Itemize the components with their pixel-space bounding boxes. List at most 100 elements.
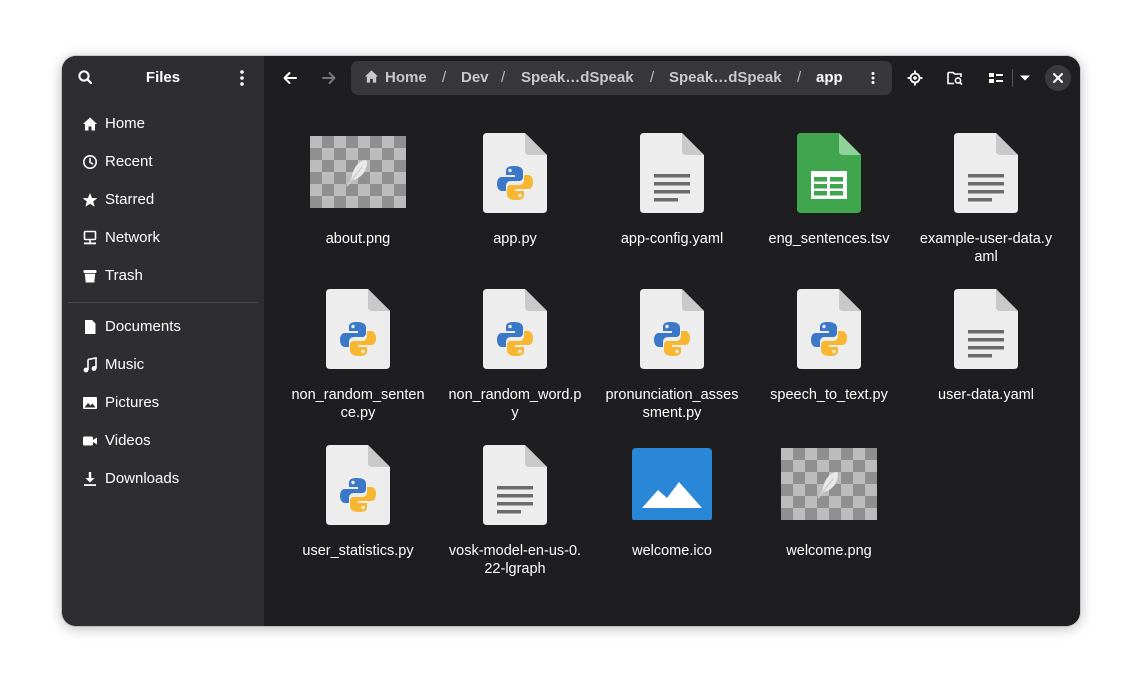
sidebar-item-recent[interactable]: Recent <box>68 145 258 179</box>
file-item[interactable]: user_statistics.py <box>283 444 433 560</box>
file-item[interactable]: vosk-model-en-us-0.22-lgraph <box>440 444 590 578</box>
file-icon <box>283 288 433 372</box>
sidebar-item-label: Home <box>105 115 146 132</box>
file-icon <box>283 444 433 528</box>
view-options-button[interactable] <box>1014 61 1036 95</box>
text-file-icon <box>483 289 547 369</box>
toolbar-separator <box>1012 69 1013 87</box>
close-window-button[interactable] <box>1045 65 1071 91</box>
sidebar-item-label: Documents <box>105 318 181 335</box>
kebab-menu-icon[interactable] <box>865 70 881 86</box>
file-name: app-config.yaml <box>620 231 724 247</box>
text-file-icon <box>954 133 1018 213</box>
file-name: speech_to_text.py <box>770 387 888 403</box>
sidebar-header: Files <box>62 56 264 100</box>
text-file-icon <box>326 289 390 369</box>
sidebar-item-pictures[interactable]: Pictures <box>68 386 258 420</box>
arrow-right-icon <box>322 72 336 84</box>
file-icon <box>911 288 1061 372</box>
breadcrumb-speakdspeak-1[interactable]: Speak…dSpeak <box>521 69 634 86</box>
clock-icon <box>83 155 97 169</box>
file-name: eng_sentences.tsv <box>768 231 890 247</box>
file-item[interactable]: example-user-data.yaml <box>911 132 1061 266</box>
content-area: Home / Dev / Speak…dSpeak / Speak…dSpeak… <box>264 56 1080 626</box>
breadcrumb-label: Home <box>385 69 427 86</box>
file-item[interactable]: welcome.png <box>754 444 904 560</box>
file-name: vosk-model-en-us-0.22-lgraph <box>448 543 582 577</box>
file-item[interactable]: welcome.ico <box>597 444 747 560</box>
path-bar: Home / Dev / Speak…dSpeak / Speak…dSpeak… <box>351 61 892 95</box>
sidebar-item-network[interactable]: Network <box>68 221 258 255</box>
breadcrumb-separator: / <box>442 69 447 86</box>
breadcrumb-app[interactable]: app <box>816 69 843 86</box>
breadcrumb-home[interactable]: Home <box>364 69 427 86</box>
picture-icon <box>83 397 97 409</box>
image-thumbnail <box>781 448 877 520</box>
file-item[interactable]: app.py <box>440 132 590 248</box>
text-file-icon <box>640 289 704 369</box>
file-icon <box>754 444 904 528</box>
file-item[interactable]: user-data.yaml <box>911 288 1061 404</box>
text-file-icon <box>326 445 390 525</box>
file-name: about.png <box>325 231 391 247</box>
sidebar-item-home[interactable]: Home <box>68 107 258 141</box>
sidebar-item-label: Recent <box>105 153 153 170</box>
file-name: non_random_sentence.py <box>291 387 425 421</box>
file-icon <box>754 288 904 372</box>
location-button[interactable] <box>898 61 932 95</box>
search-folder-button[interactable] <box>938 61 972 95</box>
network-icon <box>83 230 97 245</box>
files-window: Files Home Recent Starred Network Trash <box>62 56 1080 626</box>
main-menu-button[interactable] <box>230 66 254 90</box>
sidebar-item-label: Trash <box>105 267 143 284</box>
file-name: user_statistics.py <box>302 543 414 559</box>
sidebar-item-label: Videos <box>105 432 151 449</box>
file-item[interactable]: non_random_sentence.py <box>283 288 433 422</box>
file-icon <box>440 132 590 216</box>
sidebar-item-label: Pictures <box>105 394 160 411</box>
sidebar-item-label: Starred <box>105 191 155 208</box>
file-icon <box>597 132 747 216</box>
file-icon <box>440 444 590 528</box>
folder-search-icon <box>947 71 963 86</box>
sidebar-item-label: Music <box>105 356 145 373</box>
view-mode-button[interactable] <box>979 61 1009 95</box>
file-item[interactable]: speech_to_text.py <box>754 288 904 404</box>
file-name: pronunciation_assessment.py <box>605 387 739 421</box>
breadcrumb-separator: / <box>797 69 802 86</box>
text-file-icon <box>483 133 547 213</box>
text-file-icon <box>797 289 861 369</box>
trash-icon <box>83 270 97 283</box>
file-item[interactable]: pronunciation_assessment.py <box>597 288 747 422</box>
sidebar-item-starred[interactable]: Starred <box>68 183 258 217</box>
close-icon <box>1053 73 1063 83</box>
star-icon <box>82 193 98 207</box>
file-icon <box>911 132 1061 216</box>
sidebar-item-documents[interactable]: Documents <box>68 310 258 344</box>
file-item[interactable]: about.png <box>283 132 433 248</box>
video-icon <box>83 436 97 446</box>
sidebar-item-music[interactable]: Music <box>68 348 258 382</box>
download-icon <box>84 472 96 486</box>
kebab-menu-icon <box>240 70 244 86</box>
file-icon <box>597 288 747 372</box>
back-button[interactable] <box>273 61 307 95</box>
grid-view-icon <box>989 73 1003 83</box>
file-item[interactable]: eng_sentences.tsv <box>754 132 904 248</box>
file-item[interactable]: app-config.yaml <box>597 132 747 248</box>
sidebar-item-downloads[interactable]: Downloads <box>68 462 258 496</box>
sidebar-item-trash[interactable]: Trash <box>68 259 258 293</box>
sidebar-separator <box>68 302 258 303</box>
sidebar: Files Home Recent Starred Network Trash <box>62 56 264 626</box>
music-icon <box>83 357 97 373</box>
breadcrumb-speakdspeak-2[interactable]: Speak…dSpeak <box>669 69 782 86</box>
file-item[interactable]: non_random_word.py <box>440 288 590 422</box>
sidebar-item-videos[interactable]: Videos <box>68 424 258 458</box>
file-icon <box>754 132 904 216</box>
image-thumbnail <box>310 136 406 208</box>
file-name: example-user-data.yaml <box>919 231 1053 265</box>
breadcrumb-dev[interactable]: Dev <box>461 69 489 86</box>
home-icon <box>364 70 379 83</box>
file-icon <box>283 132 433 216</box>
forward-button[interactable] <box>312 61 346 95</box>
